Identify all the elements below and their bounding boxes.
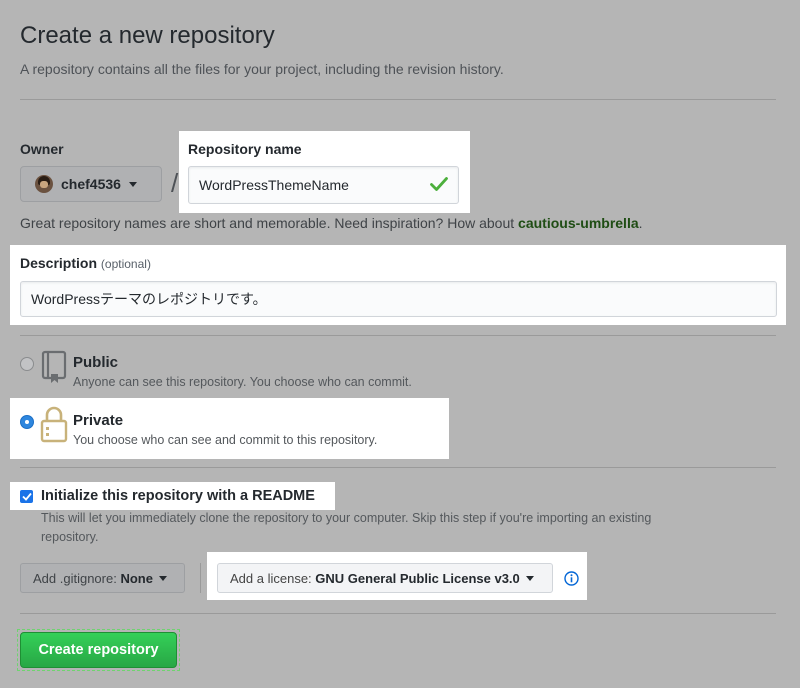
helper-text: Great repository names are short and mem… — [20, 215, 515, 231]
chevron-down-icon — [158, 575, 167, 581]
select-separator — [200, 563, 201, 593]
public-radio[interactable] — [20, 357, 34, 371]
license-value: GNU General Public License v3.0 — [315, 570, 520, 586]
private-title: Private — [73, 412, 124, 429]
page-title: Create a new repository — [20, 22, 275, 49]
chevron-down-icon — [128, 181, 137, 187]
gitignore-prefix: Add .gitignore: — [33, 570, 117, 586]
readme-desc-line1: This will let you immediately clone the … — [41, 511, 652, 525]
owner-repo-separator: / — [171, 168, 179, 198]
repo-name-input[interactable]: WordPressThemeName — [188, 166, 459, 204]
readme-label[interactable]: Initialize this repository with a README — [41, 488, 315, 504]
check-icon — [430, 177, 448, 191]
helper-period: . — [638, 215, 643, 231]
gitignore-value: None — [120, 570, 153, 586]
avatar — [35, 175, 53, 193]
header-divider — [20, 99, 776, 100]
description-divider — [20, 335, 776, 336]
page-subtitle: A repository contains all the files for … — [20, 61, 504, 77]
repo-name-value: WordPressThemeName — [199, 177, 349, 193]
name-suggestion-link[interactable]: cautious-umbrella — [518, 215, 639, 231]
public-title: Public — [73, 354, 119, 371]
private-desc: You choose who can see and commit to thi… — [73, 433, 378, 447]
gitignore-select[interactable]: Add .gitignore: None — [20, 563, 185, 593]
create-repository-button[interactable]: Create repository — [20, 632, 177, 668]
description-label-text: Description — [20, 255, 98, 271]
description-input[interactable]: WordPressテーマのレポジトリです。 — [20, 281, 777, 317]
repo-book-icon — [41, 350, 67, 383]
checkmark-icon — [21, 492, 32, 501]
visibility-divider — [20, 467, 776, 468]
owner-label: Owner — [20, 141, 64, 157]
license-select[interactable]: Add a license: GNU General Public Licens… — [217, 563, 553, 593]
private-radio[interactable] — [20, 415, 34, 429]
license-prefix: Add a license: — [230, 570, 312, 586]
description-optional-note: (optional) — [100, 257, 151, 271]
readme-checkbox[interactable] — [20, 490, 33, 503]
readme-desc-line2: repository. — [41, 530, 99, 544]
owner-username: chef4536 — [61, 176, 121, 192]
options-divider — [20, 613, 776, 614]
repo-name-helper: Great repository names are short and mem… — [20, 215, 643, 231]
owner-select[interactable]: chef4536 — [20, 166, 162, 202]
info-icon[interactable] — [564, 571, 579, 586]
description-label: Description (optional) — [20, 255, 151, 271]
lock-icon — [40, 406, 68, 443]
description-value: WordPressテーマのレポジトリです。 — [31, 291, 267, 307]
repo-name-label: Repository name — [188, 141, 302, 157]
chevron-down-icon — [525, 575, 534, 581]
public-desc: Anyone can see this repository. You choo… — [73, 375, 412, 389]
